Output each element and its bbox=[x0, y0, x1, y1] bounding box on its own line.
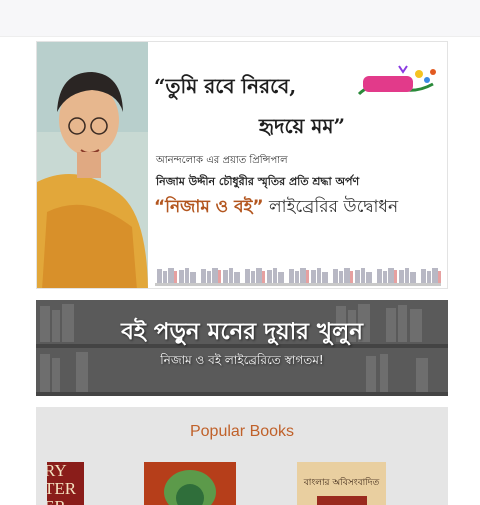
book-cover-1-text-line1: RY bbox=[47, 462, 67, 480]
library-opening-text: লাইব্রেরির উদ্বোধন bbox=[263, 197, 399, 217]
promo-title: বই পড়ুন মনের দুয়ার খুলুন bbox=[121, 319, 363, 345]
tribute-text: নিজাম উদ্দীন চৌধুরীর স্মৃতির প্রতি শ্রদ্… bbox=[156, 175, 360, 188]
popular-books-heading: Popular Books bbox=[189, 423, 295, 440]
book-cover-1[interactable]: RY TER ER bbox=[47, 462, 84, 505]
quote-line-2: হৃদয়ে মম” bbox=[259, 114, 345, 138]
book-cover-2-art bbox=[144, 462, 236, 505]
book-cover-2[interactable] bbox=[144, 462, 236, 505]
intro-text: আনন্দলোক এর প্রয়াত প্রিন্সিপাল bbox=[156, 155, 288, 166]
book-cover-3[interactable]: বাংলার অবিসংবাদিত bbox=[297, 462, 386, 505]
book-cover-1-text-line2: TER bbox=[47, 479, 77, 498]
popular-books-section: Popular Books RY TER ER বাংলার অবিসংবাদি… bbox=[36, 407, 448, 505]
hero-banner[interactable]: “তুমি রবে নিরবে, হৃদয়ে মম” আনন্দলোক এর … bbox=[36, 41, 448, 289]
book-cover-3-title: বাংলার অবিসংবাদিত bbox=[303, 478, 380, 488]
library-name: “নিজাম ও বই” bbox=[154, 197, 264, 217]
portrait-painting bbox=[37, 42, 148, 288]
library-title: “নিজাম ও বই” লাইব্রেরির উদ্বোধন bbox=[154, 194, 398, 222]
book-cover-1-text-line3: ER bbox=[47, 498, 84, 505]
anondolok-logo bbox=[357, 65, 436, 96]
quote-line-1: “তুমি রবে নিরবে, bbox=[154, 74, 297, 98]
top-bar bbox=[0, 0, 480, 37]
book-spines-strip bbox=[155, 268, 441, 286]
promo-banner[interactable]: বই পড়ুন মনের দুয়ার খুলুন নিজাম ও বই লা… bbox=[36, 300, 448, 396]
promo-subtitle: নিজাম ও বই লাইব্রেরিতে স্বাগতম! bbox=[160, 353, 324, 367]
